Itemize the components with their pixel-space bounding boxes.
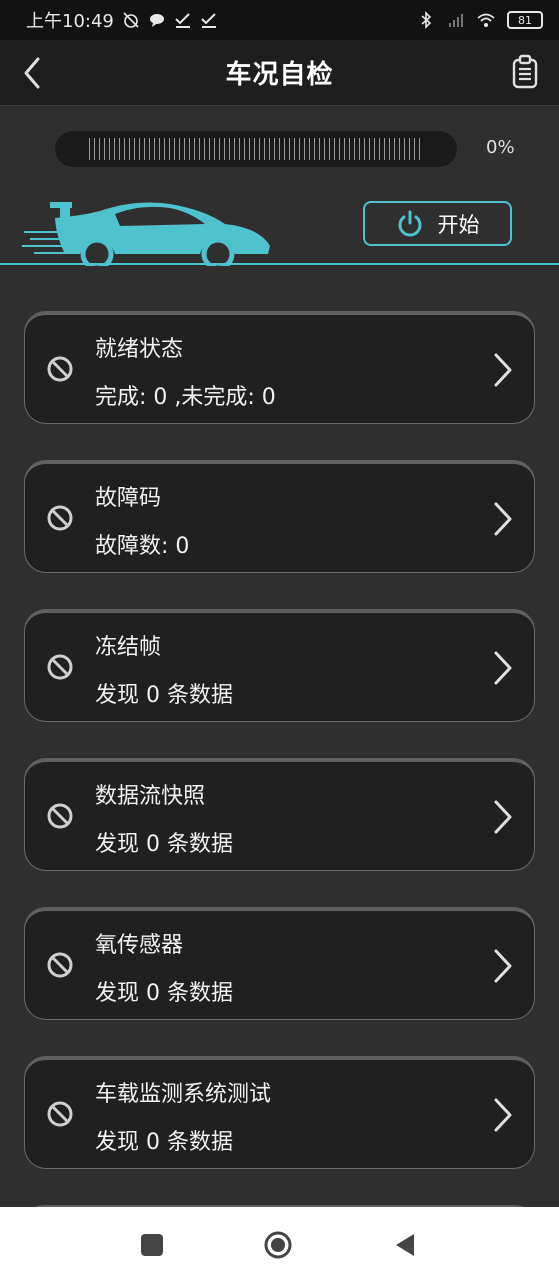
status-time: 上午10:49	[26, 11, 114, 32]
chevron-right-icon	[494, 1098, 512, 1132]
progress-bar	[55, 131, 457, 167]
home-icon[interactable]	[264, 1231, 292, 1259]
back-button[interactable]	[18, 54, 48, 92]
item-subtitle: 发现 0 条数据	[95, 1130, 233, 1155]
check-item-data-snapshot[interactable]: 数据流快照 发现 0 条数据	[24, 758, 535, 871]
item-title: 就绪状态	[95, 337, 184, 362]
signal-icon	[449, 14, 463, 27]
wifi-icon	[477, 13, 495, 27]
check-item-oxygen-sensor[interactable]: 氧传感器 发现 0 条数据	[24, 907, 535, 1020]
item-title: 故障码	[95, 486, 162, 511]
back-icon[interactable]	[392, 1231, 420, 1259]
item-title: 氧传感器	[95, 933, 184, 958]
check-item-fault-codes[interactable]: 故障码 故障数: 0	[24, 460, 535, 573]
diagnostic-panel: 0% 开始	[0, 106, 559, 266]
item-subtitle: 完成: 0 ,未完成: 0	[95, 385, 276, 410]
bluetooth-icon	[421, 11, 432, 29]
check-item-list: 就绪状态 完成: 0 ,未完成: 0 故障码 故障数: 0 冻结帧 发现 0 条…	[24, 311, 535, 1205]
power-icon	[398, 210, 421, 236]
battery-icon: 81	[507, 11, 543, 29]
check-item-freeze-frame[interactable]: 冻结帧 发现 0 条数据	[24, 609, 535, 722]
chat-icon	[149, 14, 164, 27]
item-title: 车载监测系统测试	[95, 1082, 272, 1107]
app-header: 车况自检	[0, 40, 559, 106]
clipboard-icon[interactable]	[511, 54, 539, 90]
chevron-right-icon	[494, 800, 512, 834]
ban-icon	[47, 1101, 73, 1127]
ban-icon	[47, 654, 73, 680]
car-icon	[22, 202, 270, 266]
chevron-left-icon	[24, 57, 40, 89]
ban-icon	[47, 952, 73, 978]
item-subtitle: 发现 0 条数据	[95, 981, 233, 1006]
recent-apps-icon[interactable]	[138, 1231, 166, 1259]
item-subtitle: 发现 0 条数据	[95, 832, 233, 857]
chevron-right-icon	[494, 502, 512, 536]
start-button-label: 开始	[437, 212, 480, 237]
progress-ticks	[89, 138, 423, 160]
chevron-right-icon	[494, 651, 512, 685]
ban-icon	[47, 356, 73, 382]
item-subtitle: 故障数: 0	[95, 534, 190, 559]
item-title: 数据流快照	[95, 784, 206, 809]
check-icon	[201, 13, 216, 28]
progress-percent: 0%	[486, 137, 515, 158]
check-item-readiness[interactable]: 就绪状态 完成: 0 ,未完成: 0	[24, 311, 535, 424]
battery-level: 81	[518, 13, 532, 27]
divider	[0, 263, 559, 265]
status-bar: 上午10:49 81	[0, 0, 559, 40]
chevron-right-icon	[494, 949, 512, 983]
system-nav-bar	[0, 1207, 559, 1280]
ban-icon	[47, 803, 73, 829]
item-subtitle: 发现 0 条数据	[95, 683, 233, 708]
alarm-off-icon	[123, 12, 139, 28]
start-button[interactable]: 开始	[363, 201, 512, 246]
page-title: 车况自检	[225, 60, 334, 90]
check-item-onboard-monitoring[interactable]: 车载监测系统测试 发现 0 条数据	[24, 1056, 535, 1169]
check-icon	[175, 13, 190, 28]
chevron-right-icon	[494, 353, 512, 387]
ban-icon	[47, 505, 73, 531]
item-title: 冻结帧	[95, 635, 162, 660]
